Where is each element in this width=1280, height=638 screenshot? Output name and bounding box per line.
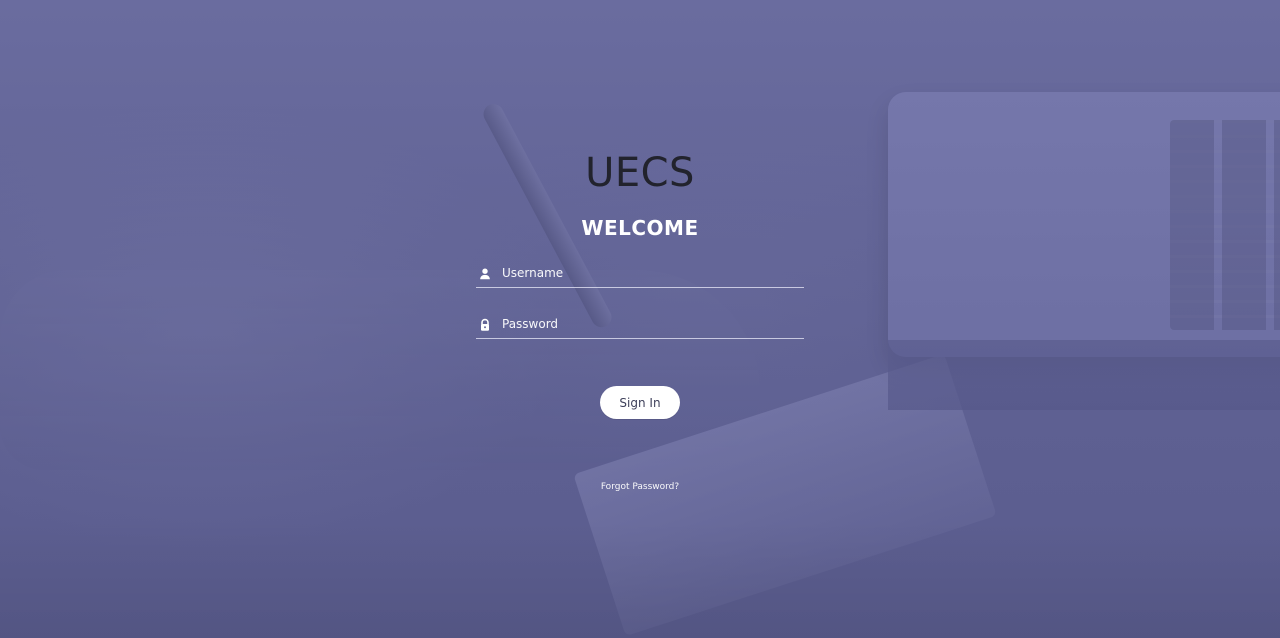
- username-input[interactable]: [502, 260, 792, 285]
- password-input[interactable]: [502, 311, 792, 336]
- background-keyboard: [1170, 120, 1280, 330]
- sign-in-button[interactable]: Sign In: [600, 386, 680, 419]
- welcome-heading: WELCOME: [581, 216, 699, 240]
- app-title: UECS: [585, 150, 695, 196]
- username-field: [476, 258, 804, 288]
- background-laptop-edge: [888, 340, 1280, 410]
- login-panel: UECS WELCOME Sign In Forgot Password?: [476, 146, 804, 506]
- password-field: [476, 309, 804, 339]
- forgot-password-link[interactable]: Forgot Password?: [476, 482, 804, 492]
- user-icon: [478, 266, 492, 280]
- lock-icon: [478, 317, 492, 331]
- background-desk-shade: [0, 520, 1280, 638]
